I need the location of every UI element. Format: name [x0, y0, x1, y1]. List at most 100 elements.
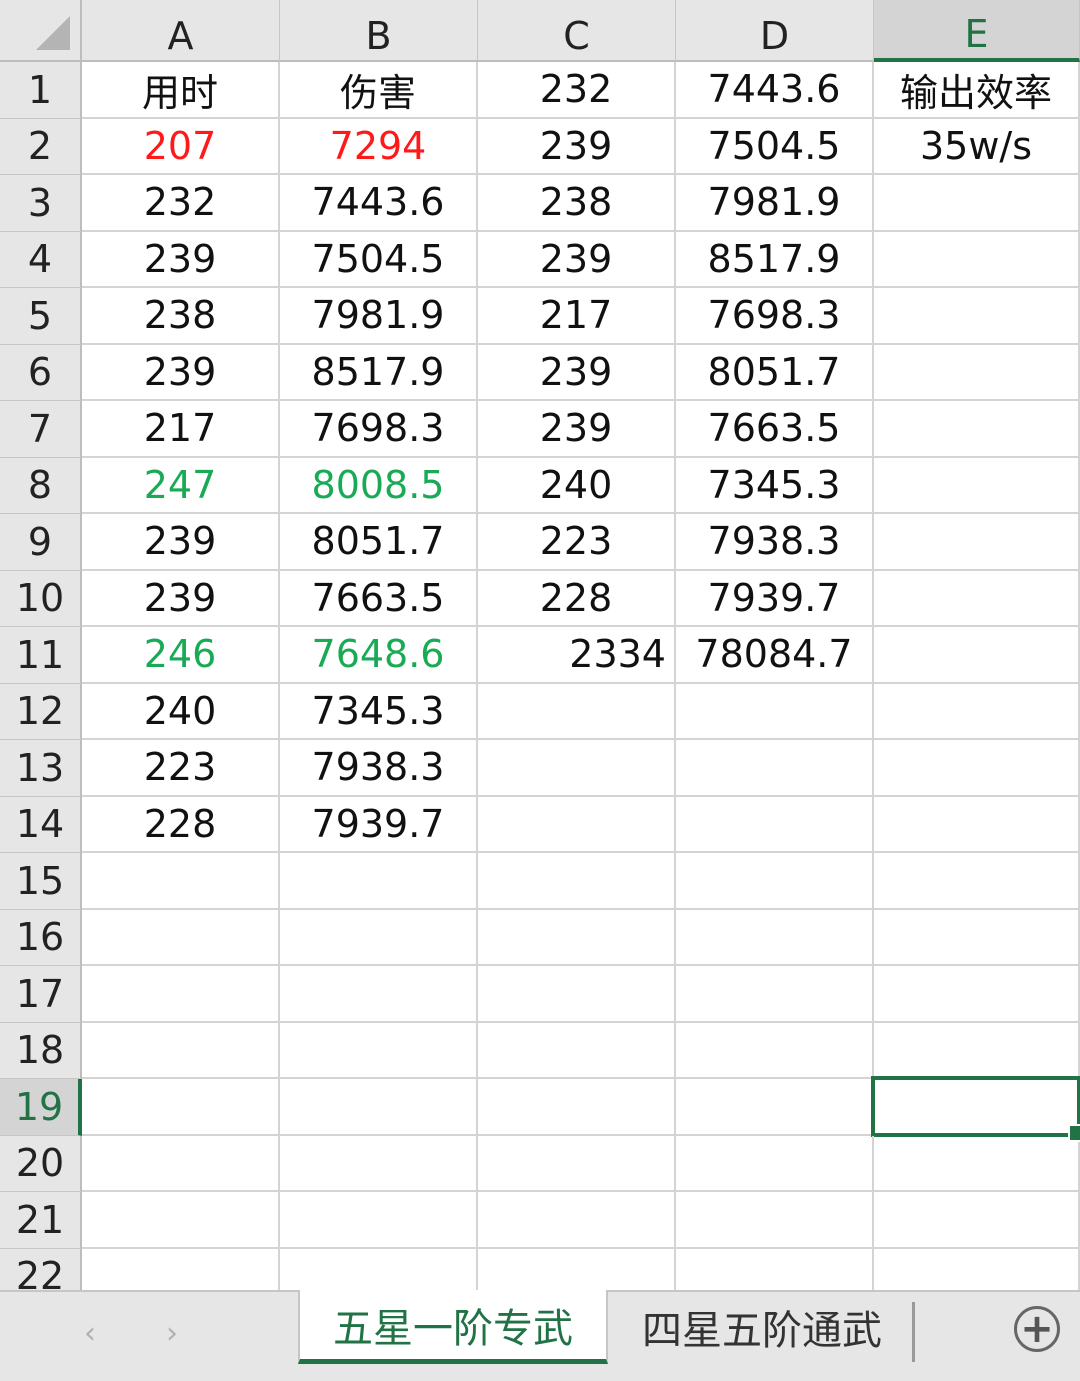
cell-c2[interactable]: 239: [478, 118, 676, 175]
cell-c20[interactable]: [478, 1135, 676, 1192]
cell-b19[interactable]: [280, 1079, 478, 1136]
cell-c8[interactable]: 240: [478, 457, 676, 514]
cell-b5[interactable]: 7981.9: [280, 288, 478, 345]
row-header-13[interactable]: 13: [0, 740, 82, 797]
cell-d11[interactable]: 78084.7: [676, 627, 874, 684]
cell-e9[interactable]: [874, 514, 1080, 571]
cell-a5[interactable]: 238: [82, 288, 280, 345]
cell-d15[interactable]: [676, 853, 874, 910]
cell-b12[interactable]: 7345.3: [280, 683, 478, 740]
cell-d12[interactable]: [676, 683, 874, 740]
cell-b9[interactable]: 8051.7: [280, 514, 478, 571]
cell-c13[interactable]: [478, 740, 676, 797]
spreadsheet-grid[interactable]: A B C D E 1 用时 伤害 232 7443.6 输出效率 2 207 7294 239 7504.5…: [0, 0, 1080, 1290]
row-header-17[interactable]: 17: [0, 966, 82, 1023]
chevron-right-icon[interactable]: ›: [152, 1316, 192, 1351]
cell-e5[interactable]: [874, 288, 1080, 345]
cell-e17[interactable]: [874, 966, 1080, 1023]
cell-e4[interactable]: [874, 231, 1080, 288]
cell-d3[interactable]: 7981.9: [676, 175, 874, 232]
fill-handle[interactable]: [1068, 1123, 1080, 1142]
cell-d14[interactable]: [676, 796, 874, 853]
cell-a14[interactable]: 228: [82, 796, 280, 853]
cell-c5[interactable]: 217: [478, 288, 676, 345]
cell-c22[interactable]: [478, 1248, 676, 1290]
cell-a1[interactable]: 用时: [82, 62, 280, 119]
cell-d4[interactable]: 8517.9: [676, 231, 874, 288]
cell-b15[interactable]: [280, 853, 478, 910]
cell-c6[interactable]: 239: [478, 344, 676, 401]
cell-b2[interactable]: 7294: [280, 118, 478, 175]
cell-b3[interactable]: 7443.6: [280, 175, 478, 232]
cell-a2[interactable]: 207: [82, 118, 280, 175]
cell-a6[interactable]: 239: [82, 344, 280, 401]
cell-a18[interactable]: [82, 1022, 280, 1079]
row-header-18[interactable]: 18: [0, 1022, 82, 1079]
cell-d2[interactable]: 7504.5: [676, 118, 874, 175]
cell-a15[interactable]: [82, 853, 280, 910]
cell-a17[interactable]: [82, 966, 280, 1023]
cell-d21[interactable]: [676, 1192, 874, 1249]
row-header-5[interactable]: 5: [0, 288, 82, 345]
column-header-c[interactable]: C: [478, 0, 676, 62]
cell-e6[interactable]: [874, 344, 1080, 401]
cell-c3[interactable]: 238: [478, 175, 676, 232]
row-header-3[interactable]: 3: [0, 175, 82, 232]
cell-d10[interactable]: 7939.7: [676, 570, 874, 627]
cell-c1[interactable]: 232: [478, 62, 676, 119]
cell-b13[interactable]: 7938.3: [280, 740, 478, 797]
cell-b7[interactable]: 7698.3: [280, 401, 478, 458]
cell-a16[interactable]: [82, 909, 280, 966]
cell-e3[interactable]: [874, 175, 1080, 232]
column-header-e[interactable]: E: [874, 0, 1080, 62]
cell-d13[interactable]: [676, 740, 874, 797]
cell-a3[interactable]: 232: [82, 175, 280, 232]
cell-c18[interactable]: [478, 1022, 676, 1079]
cell-e13[interactable]: [874, 740, 1080, 797]
cell-b22[interactable]: [280, 1248, 478, 1290]
row-header-7[interactable]: 7: [0, 401, 82, 458]
row-header-11[interactable]: 11: [0, 627, 82, 684]
cell-c11[interactable]: 2334: [478, 627, 676, 684]
cell-e7[interactable]: [874, 401, 1080, 458]
row-header-10[interactable]: 10: [0, 570, 82, 627]
row-header-21[interactable]: 21: [0, 1192, 82, 1249]
cell-d1[interactable]: 7443.6: [676, 62, 874, 119]
cell-c15[interactable]: [478, 853, 676, 910]
cell-b18[interactable]: [280, 1022, 478, 1079]
cell-a13[interactable]: 223: [82, 740, 280, 797]
cell-a4[interactable]: 239: [82, 231, 280, 288]
row-header-2[interactable]: 2: [0, 118, 82, 175]
row-header-6[interactable]: 6: [0, 344, 82, 401]
cell-e18[interactable]: [874, 1022, 1080, 1079]
cell-d22[interactable]: [676, 1248, 874, 1290]
cell-a12[interactable]: 240: [82, 683, 280, 740]
sheet-tab-active[interactable]: 五星一阶专武: [298, 1290, 608, 1364]
cell-e11[interactable]: [874, 627, 1080, 684]
column-header-a[interactable]: A: [82, 0, 280, 62]
cell-c12[interactable]: [478, 683, 676, 740]
cell-d9[interactable]: 7938.3: [676, 514, 874, 571]
plus-circle-icon[interactable]: +: [1014, 1306, 1060, 1352]
cell-c16[interactable]: [478, 909, 676, 966]
cell-c4[interactable]: 239: [478, 231, 676, 288]
row-header-22[interactable]: 22: [0, 1248, 82, 1290]
cell-c19[interactable]: [478, 1079, 676, 1136]
row-header-20[interactable]: 20: [0, 1135, 82, 1192]
cell-e15[interactable]: [874, 853, 1080, 910]
cell-c14[interactable]: [478, 796, 676, 853]
cell-a9[interactable]: 239: [82, 514, 280, 571]
cell-d8[interactable]: 7345.3: [676, 457, 874, 514]
column-header-d[interactable]: D: [676, 0, 874, 62]
cell-c9[interactable]: 223: [478, 514, 676, 571]
cell-b10[interactable]: 7663.5: [280, 570, 478, 627]
row-header-16[interactable]: 16: [0, 909, 82, 966]
cell-d17[interactable]: [676, 966, 874, 1023]
cell-e16[interactable]: [874, 909, 1080, 966]
cell-c17[interactable]: [478, 966, 676, 1023]
row-header-8[interactable]: 8: [0, 457, 82, 514]
cell-e14[interactable]: [874, 796, 1080, 853]
cell-b6[interactable]: 8517.9: [280, 344, 478, 401]
chevron-left-icon[interactable]: ‹: [70, 1316, 110, 1351]
cell-d19[interactable]: [676, 1079, 874, 1136]
